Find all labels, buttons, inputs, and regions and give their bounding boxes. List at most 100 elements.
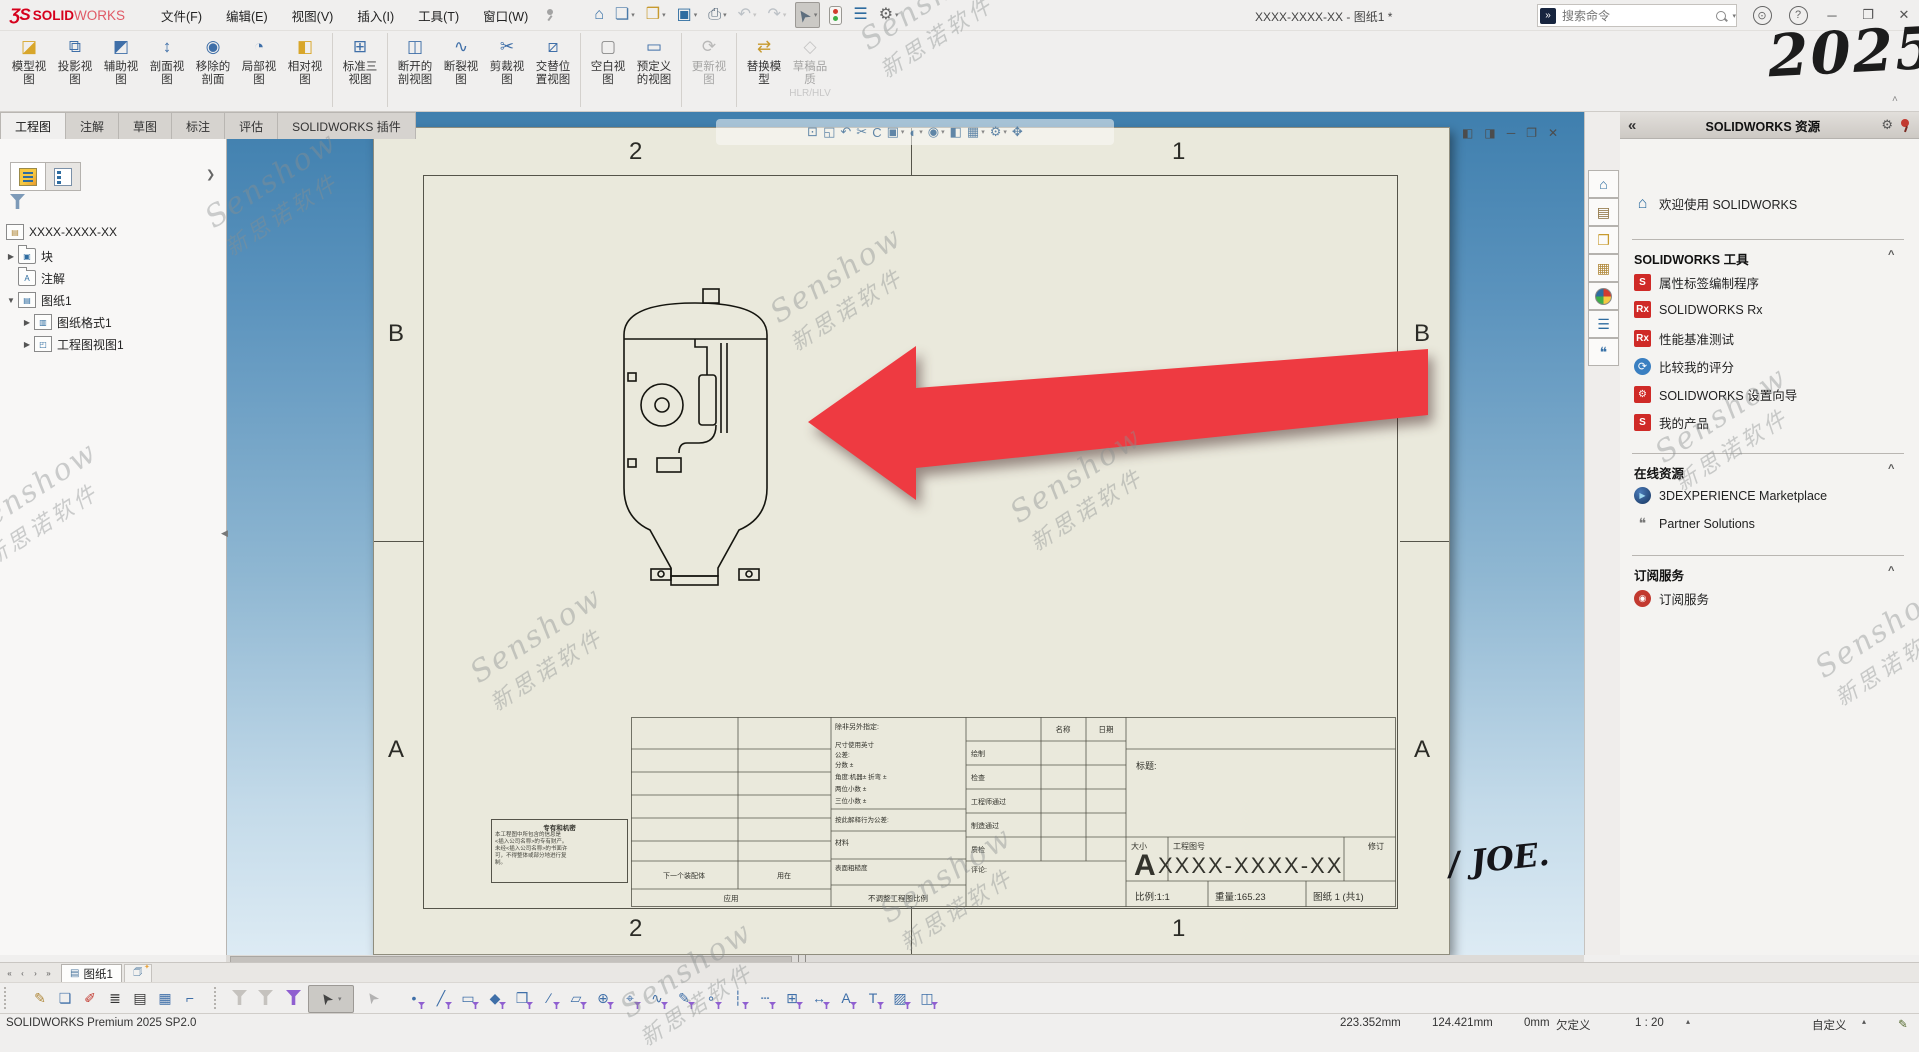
tree-expand-arrow[interactable]: ▶: [22, 318, 32, 327]
drawing-view-compressor[interactable]: [599, 283, 809, 593]
menu-item-2[interactable]: 视图(V): [282, 2, 344, 29]
command-search[interactable]: » ▾: [1537, 4, 1737, 27]
hide-show-items-icon[interactable]: ◉▾: [928, 124, 945, 140]
crop-view-button[interactable]: ✂剪裁视图: [484, 33, 530, 87]
dropdown-icon[interactable]: ▾: [1003, 128, 1007, 136]
edit-sheet-format-icon[interactable]: ✎: [1898, 1017, 1908, 1031]
dropdown-icon[interactable]: ▾: [901, 128, 905, 136]
menu-item-5[interactable]: 窗口(W): [473, 2, 538, 29]
filter-toolbar-icon[interactable]: [286, 990, 301, 1005]
panel-collapse-arrow[interactable]: ◀: [221, 528, 228, 539]
display-mode-dropdown-icon[interactable]: ▴: [1862, 1017, 1866, 1026]
tree-expand-arrow[interactable]: ▶: [6, 252, 16, 261]
performance-benchmark-item[interactable]: Rx性能基准测试: [1634, 329, 1734, 348]
select-tool-button[interactable]: ➤▾: [795, 2, 820, 28]
tab-注解[interactable]: 注解: [65, 112, 119, 139]
model-view-button[interactable]: ◪模型视图: [6, 33, 52, 87]
block-filter-button[interactable]: ◫: [915, 986, 939, 1010]
solid-filter-button[interactable]: ❒: [510, 986, 534, 1010]
dropdown-icon[interactable]: ▾: [662, 11, 666, 19]
search-dropdown-icon[interactable]: ▾: [1732, 12, 1736, 20]
zoom-area-icon[interactable]: ◱: [823, 124, 835, 140]
dropdown-icon[interactable]: ▾: [895, 11, 899, 19]
task-pane-collapse-icon[interactable]: «: [1628, 117, 1636, 134]
replace-model-button[interactable]: ⇄替换模型: [741, 33, 787, 87]
color-display-mode-button[interactable]: ⌐: [178, 986, 202, 1010]
tab-SOLIDWORKS-插件[interactable]: SOLIDWORKS 插件: [277, 112, 416, 139]
edit-appearance-icon[interactable]: ◧: [950, 124, 962, 140]
section-view-button[interactable]: ↕剖面视图: [144, 33, 190, 87]
tree-item-工程图视图1[interactable]: ▶◰工程图视图1: [22, 334, 124, 354]
section-collapse-icon[interactable]: ^: [1888, 463, 1894, 475]
custom-properties-tab[interactable]: ☰: [1588, 310, 1619, 338]
zoom-fit-icon[interactable]: ⊡: [807, 124, 818, 140]
sheet-nav-3[interactable]: »: [42, 966, 55, 980]
select-tool-button[interactable]: ➤▾: [308, 985, 354, 1013]
settings-button[interactable]: ⚙▾: [877, 3, 901, 27]
view-palette-tab[interactable]: ▦: [1588, 254, 1619, 282]
auxiliary-view-button[interactable]: ◩辅助视图: [98, 33, 144, 87]
open-button[interactable]: ❒▾: [644, 3, 668, 27]
print-button[interactable]: ⎙▾: [706, 3, 728, 27]
sheet-tab-active[interactable]: ▤ 图纸1: [61, 964, 122, 982]
view-settings-icon[interactable]: ⚙▾: [990, 124, 1007, 140]
toggle-filters-icon[interactable]: [258, 990, 273, 1005]
tree-expand-arrow[interactable]: ▼: [6, 296, 16, 305]
pin-menu-icon[interactable]: [542, 8, 556, 22]
dropdown-icon[interactable]: ▾: [338, 995, 342, 1003]
task-pane-pin-icon[interactable]: [1899, 118, 1911, 132]
coordinate-system-filter-button[interactable]: ⌖: [618, 986, 642, 1010]
file-explorer-tab[interactable]: ❒: [1588, 226, 1619, 254]
menu-item-0[interactable]: 文件(F): [151, 2, 212, 29]
sheet-nav-1[interactable]: ‹: [16, 966, 29, 980]
broken-out-section-button[interactable]: ◫断开的剖视图: [392, 33, 438, 87]
center-mark-filter-button[interactable]: ⊞: [780, 986, 804, 1010]
welcome-item[interactable]: ⌂欢迎使用 SOLIDWORKS: [1634, 194, 1797, 213]
home-button[interactable]: ⌂: [592, 3, 606, 27]
projected-view-button[interactable]: ⧉投影视图: [52, 33, 98, 87]
dropdown-icon[interactable]: ▾: [694, 11, 698, 19]
panel-flyout-icon[interactable]: ❯: [206, 168, 215, 181]
search-icon[interactable]: [1716, 11, 1726, 21]
minimize-view-icon[interactable]: ─: [1507, 126, 1516, 140]
empty-view-button[interactable]: ▢空白视图: [585, 33, 631, 87]
task-pane-gear-icon[interactable]: ⚙: [1881, 117, 1893, 133]
surface-filter-button[interactable]: ◆: [483, 986, 507, 1010]
taskpane-home-tab[interactable]: ⌂: [1588, 170, 1619, 198]
save-button[interactable]: ▣▾: [675, 3, 700, 27]
origin-filter-button[interactable]: ⊕: [591, 986, 615, 1010]
tab-草图[interactable]: 草图: [118, 112, 172, 139]
sketch-filter-button[interactable]: ✎: [672, 986, 696, 1010]
my-products-item[interactable]: S我的产品: [1634, 413, 1709, 432]
undo-button[interactable]: ↶▾: [736, 3, 759, 27]
break-view-button[interactable]: ∿断裂视图: [438, 33, 484, 87]
dock-left-icon[interactable]: ◧: [1462, 126, 1473, 140]
dropdown-icon[interactable]: ▾: [919, 128, 923, 136]
solidworks-rx-item[interactable]: RxSOLIDWORKS Rx: [1634, 301, 1763, 318]
sketch-point-filter-button[interactable]: ∘: [699, 986, 723, 1010]
predefined-view-button[interactable]: ▭预定义的视图: [631, 33, 677, 87]
line-color-button[interactable]: ✐: [78, 986, 102, 1010]
dropdown-icon[interactable]: ▾: [723, 11, 727, 19]
redo-button[interactable]: ↷▾: [766, 3, 789, 27]
clear-filter-icon[interactable]: [232, 990, 247, 1005]
hide-show-edges-button[interactable]: ▦: [153, 986, 177, 1010]
tree-item-注解[interactable]: A注解: [6, 268, 65, 288]
axis-filter-button[interactable]: ∕: [537, 986, 561, 1010]
tree-root-item[interactable]: ▤XXXX-XXXX-XX: [6, 222, 117, 242]
dropdown-icon[interactable]: ▾: [753, 11, 757, 19]
rebuild-button[interactable]: [827, 3, 844, 27]
tree-item-块[interactable]: ▶▣块: [6, 246, 53, 266]
section-view-icon[interactable]: ✂: [856, 124, 867, 140]
sheet-nav-2[interactable]: ›: [29, 966, 42, 980]
plane-filter-button[interactable]: ▱: [564, 986, 588, 1010]
sheet-nav-0[interactable]: «: [3, 966, 16, 980]
hatch-filter-button[interactable]: ▨: [888, 986, 912, 1010]
layer-properties-button[interactable]: ✎: [28, 986, 52, 1010]
status-sheet-scale[interactable]: 1 : 20: [1635, 1017, 1664, 1029]
display-style-icon[interactable]: ◐▾: [909, 125, 922, 140]
section-collapse-icon[interactable]: ^: [1888, 565, 1894, 577]
section-collapse-icon[interactable]: ^: [1888, 249, 1894, 261]
design-library-tab[interactable]: ▤: [1588, 198, 1619, 226]
dropdown-icon[interactable]: ▾: [981, 128, 985, 136]
